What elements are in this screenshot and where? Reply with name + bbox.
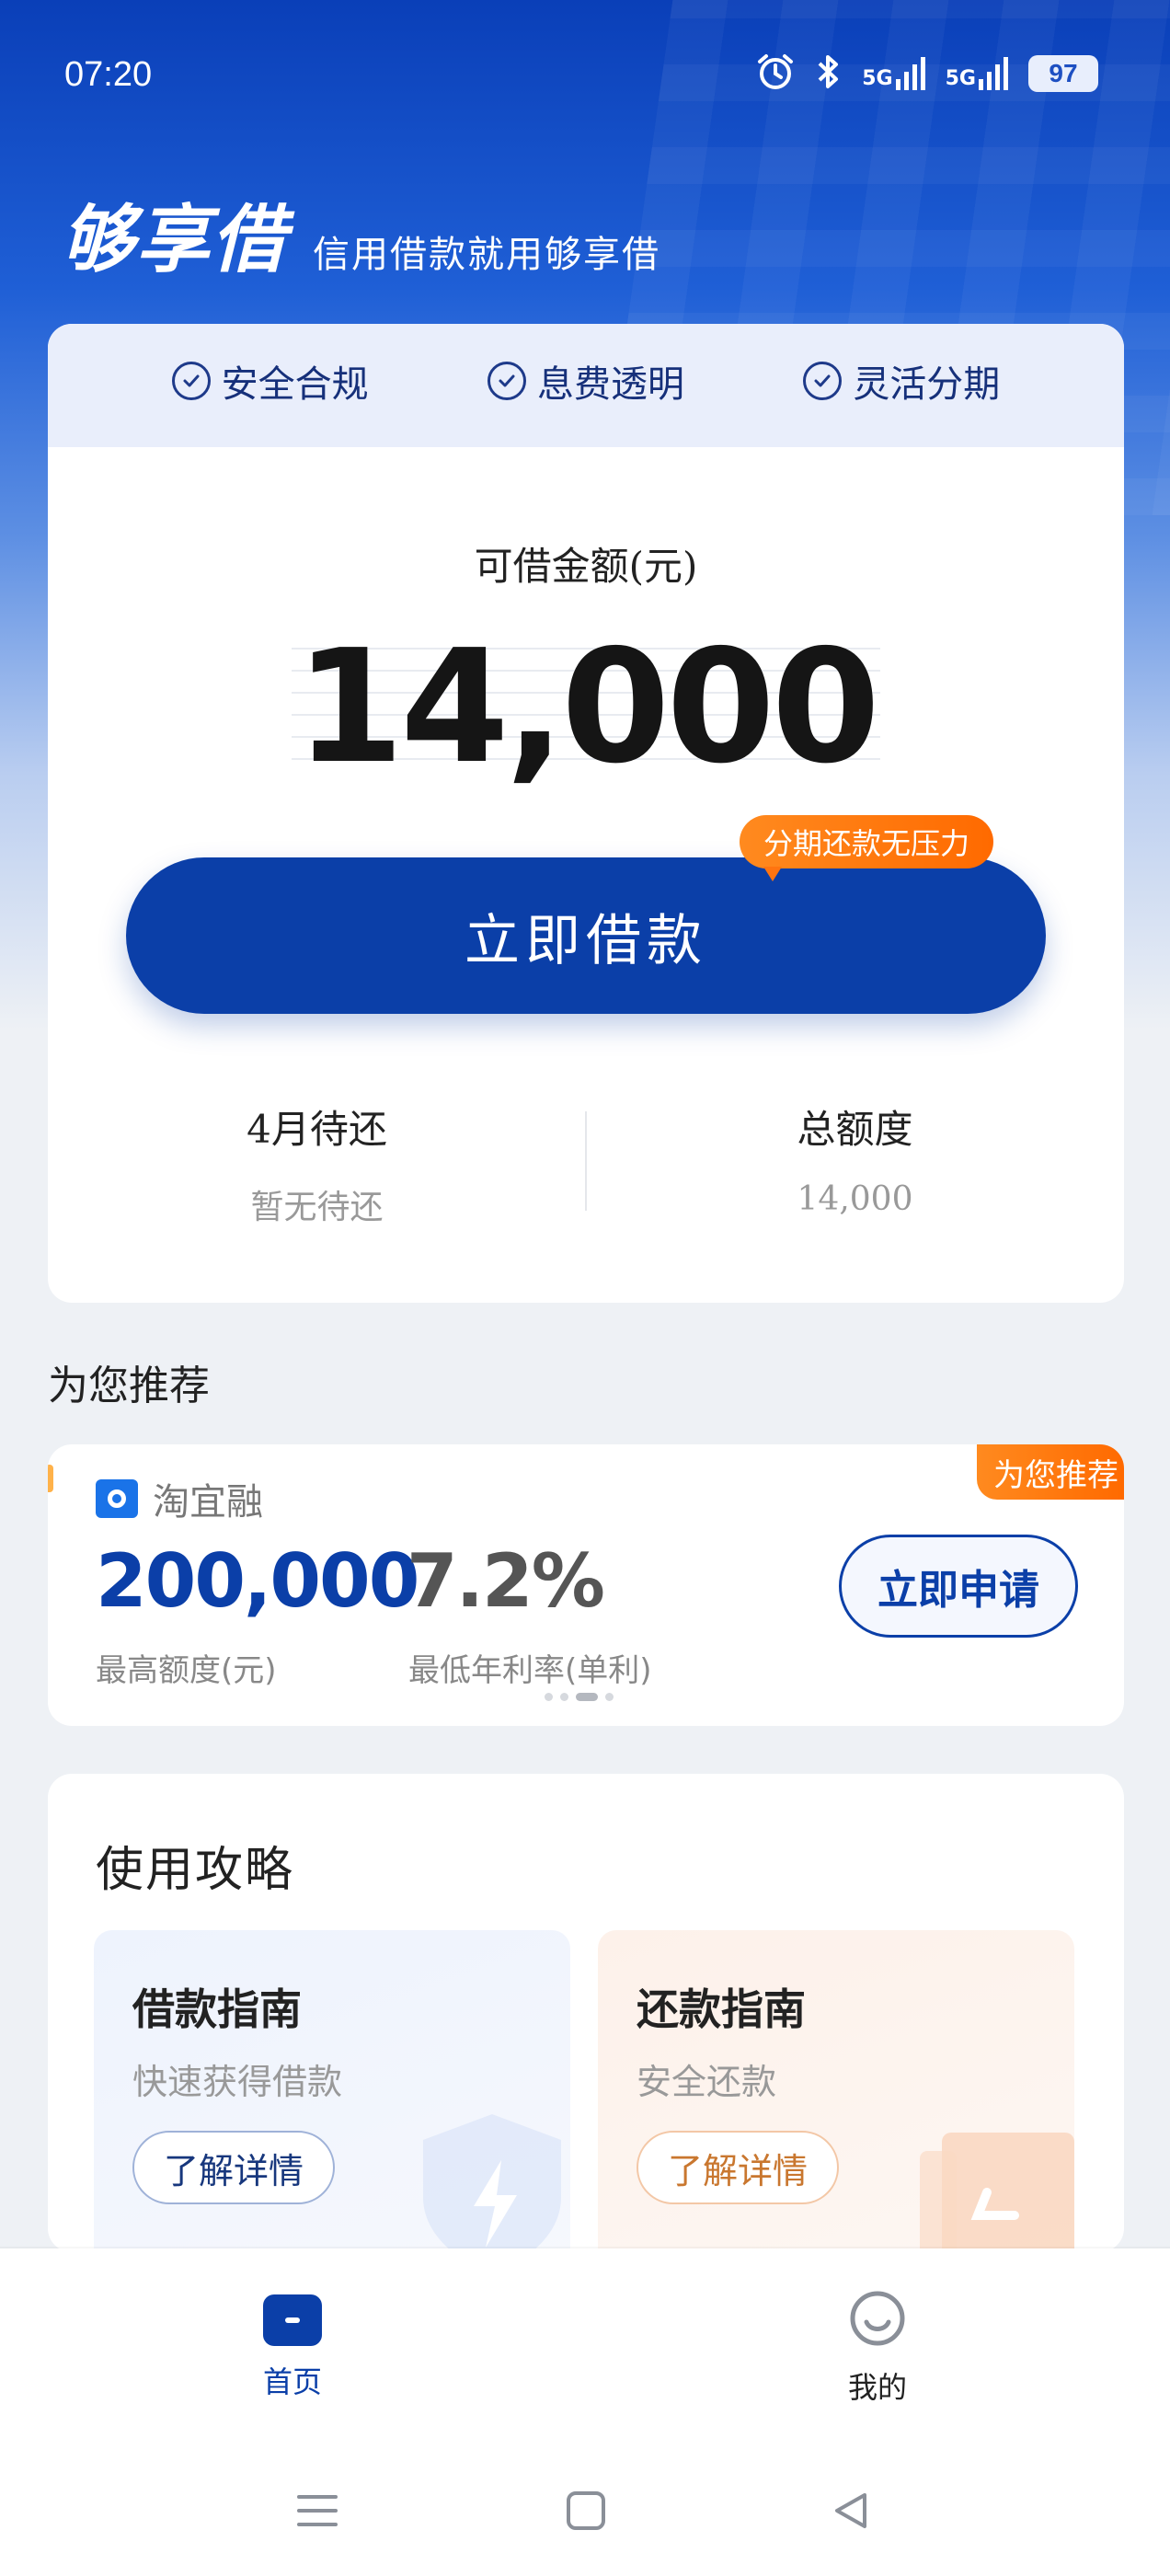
tab-mine[interactable]: 我的: [786, 2291, 969, 2407]
repay-guide-title: 还款指南: [637, 1984, 806, 2034]
tab-mine-label: 我的: [847, 2370, 907, 2405]
installment-promo-tag: 分期还款无压力: [740, 815, 994, 881]
guide-title: 使用攻略: [96, 1843, 295, 1898]
check-circle-icon: [803, 362, 843, 400]
borrow-now-button[interactable]: 立即借款: [126, 857, 1046, 1014]
borrow-guide-title: 借款指南: [132, 1984, 302, 2034]
check-circle-icon: [171, 362, 211, 400]
usage-guide-card: 使用攻略 借款指南 快速获得借款 了解详情 还款指南 安全还款 了解详情: [48, 1774, 1124, 2252]
home-icon: [263, 2294, 322, 2346]
monthly-due-value: 暂无待还: [250, 1189, 384, 1226]
borrow-guide-details-button[interactable]: 了解详情: [132, 2131, 336, 2204]
status-time: 07:20: [64, 55, 153, 94]
recommend-section-title: 为您推荐: [48, 1363, 210, 1409]
repay-guide-details-button[interactable]: 了解详情: [637, 2131, 840, 2204]
feature-item: 灵活分期: [803, 354, 1000, 408]
lightning-shield-icon: [423, 2114, 561, 2252]
borrow-guide-subtitle: 快速获得借款: [132, 2062, 343, 2102]
app-logo: 够享借: [61, 197, 287, 282]
available-amount-label: 可借金额(元): [474, 544, 698, 589]
carousel-dot: [560, 1693, 568, 1701]
max-amount-label: 最高额度(元): [96, 1652, 277, 1689]
menu-icon[interactable]: [294, 2488, 340, 2534]
carousel-indicator: [545, 1693, 614, 1701]
recommend-card[interactable]: 为您推荐 淘宜融 200,000 7.2% 最高额度(元) 最低年利率(单利) …: [48, 1444, 1124, 1726]
max-amount-value: 200,000: [96, 1538, 419, 1624]
calendar-icon: [920, 2133, 1074, 2252]
brand-header: 够享借 信用借款就用够享借: [61, 180, 660, 287]
loan-stats: 4月待还 暂无待还 总额度 14,000: [48, 1098, 1124, 1227]
bluetooth-icon: [816, 52, 842, 96]
total-limit-value: 14,000: [797, 1180, 913, 1218]
card-accent: [48, 1465, 53, 1492]
feature-label: 安全合规: [221, 363, 369, 406]
bottom-tab-bar: 首页 我的: [0, 2248, 1170, 2451]
signal-label: 5G: [945, 67, 976, 90]
alarm-icon: [755, 52, 796, 96]
partner-logo-icon: [96, 1479, 138, 1518]
carousel-dot: [545, 1693, 553, 1701]
feature-item: 息费透明: [487, 354, 684, 408]
back-triangle-icon[interactable]: [828, 2488, 874, 2534]
carousel-dot-active: [576, 1693, 598, 1701]
apply-now-button[interactable]: 立即申请: [839, 1535, 1078, 1638]
check-circle-icon: [487, 362, 526, 400]
available-amount-value: 14,000: [294, 616, 880, 799]
system-navigation-bar: [0, 2451, 1170, 2576]
monthly-due-title: 4月待还: [247, 1107, 387, 1152]
stats-divider: [585, 1111, 587, 1211]
feature-strip: 安全合规 息费透明 灵活分期: [48, 324, 1124, 447]
total-limit[interactable]: 总额度 14,000: [586, 1098, 1124, 1227]
tab-home[interactable]: 首页: [201, 2294, 384, 2401]
carousel-dot: [605, 1693, 614, 1701]
signal-label: 5G: [862, 67, 893, 90]
home-square-icon[interactable]: [563, 2488, 609, 2534]
signal-5g-icon: 5G: [862, 57, 925, 90]
app-slogan: 信用借款就用够享借: [313, 234, 660, 276]
recommend-flag: 为您推荐: [977, 1444, 1124, 1500]
smiley-user-icon: [850, 2291, 905, 2346]
min-rate-value: 7.2%: [407, 1538, 605, 1624]
feature-item: 安全合规: [171, 354, 369, 408]
feature-label: 息费透明: [536, 363, 684, 406]
tab-home-label: 首页: [262, 2364, 322, 2399]
feature-label: 灵活分期: [853, 363, 1001, 406]
status-bar: 07:20 5G 5G 97: [0, 0, 1170, 147]
monthly-due[interactable]: 4月待还 暂无待还: [48, 1098, 586, 1227]
total-limit-title: 总额度: [797, 1107, 913, 1152]
partner-brand: 淘宜融: [96, 1472, 263, 1525]
partner-name: 淘宜融: [153, 1481, 263, 1524]
signal-5g-icon: 5G: [946, 57, 1008, 90]
borrow-guide[interactable]: 借款指南 快速获得借款 了解详情: [94, 1930, 570, 2252]
battery-icon: 97: [1028, 55, 1098, 92]
repay-guide-subtitle: 安全还款: [637, 2062, 777, 2102]
loan-card: 安全合规 息费透明 灵活分期 可借金额(元) 14,000 立即借款 分期还款无…: [48, 324, 1124, 1303]
status-icons: 5G 5G 97: [755, 52, 1098, 96]
repay-guide[interactable]: 还款指南 安全还款 了解详情: [598, 1930, 1074, 2252]
min-rate-label: 最低年利率(单利): [408, 1652, 652, 1689]
